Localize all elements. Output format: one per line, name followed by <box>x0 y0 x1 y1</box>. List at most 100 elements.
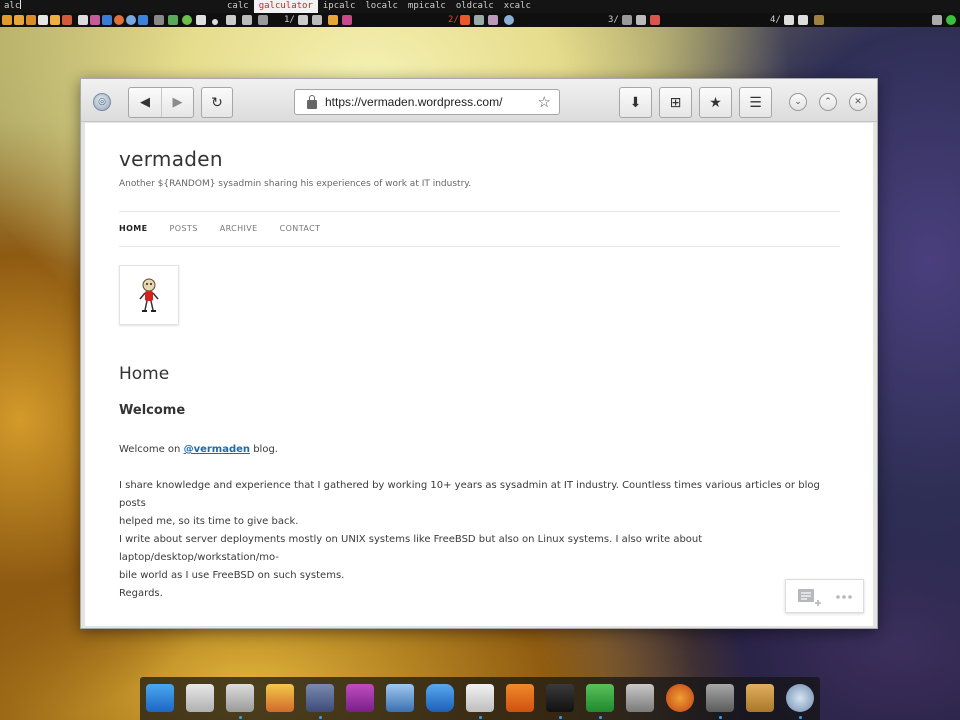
system-tool-icon[interactable] <box>626 684 654 712</box>
browser-icon[interactable] <box>504 15 514 25</box>
chat-icon[interactable] <box>346 684 374 712</box>
launcher-prompt[interactable]: alc <box>4 0 22 13</box>
dot-icon[interactable] <box>212 19 218 25</box>
text-editor-icon[interactable] <box>466 684 494 712</box>
text-cursor <box>20 0 22 9</box>
folder-icon[interactable] <box>50 15 60 25</box>
firefox-icon[interactable] <box>114 15 124 25</box>
site-tagline: Another ${RANDOM} sysadmin sharing his e… <box>119 179 472 189</box>
menu-item-home[interactable]: HOME <box>119 224 148 233</box>
follow-icon[interactable] <box>798 589 821 606</box>
folder-icon[interactable] <box>328 15 338 25</box>
new-tab-button[interactable]: ⊞ <box>659 87 692 118</box>
launcher-item-localc[interactable]: localc <box>360 0 403 13</box>
editor-icon[interactable] <box>784 15 794 25</box>
navigation-buttons: ◀ ▶ <box>128 87 194 118</box>
address-bar[interactable]: https://vermaden.wordpress.com/ ☆ <box>294 89 560 115</box>
maximize-button[interactable]: ⌃ <box>819 93 837 111</box>
editor-icon[interactable] <box>798 15 808 25</box>
url-text: https://vermaden.wordpress.com/ <box>325 95 503 109</box>
folder-icon[interactable] <box>814 15 824 25</box>
terminal-icon[interactable] <box>38 15 48 25</box>
dock <box>140 677 820 720</box>
menu-button[interactable]: ☰ <box>739 87 772 118</box>
volume-icon[interactable] <box>932 15 942 25</box>
vlc-icon[interactable] <box>506 684 534 712</box>
shield-icon[interactable] <box>138 15 148 25</box>
firefox-icon[interactable] <box>666 684 694 712</box>
file-cabinet-icon[interactable] <box>186 684 214 712</box>
document-icon[interactable] <box>78 15 88 25</box>
chevron-up-icon: ⌃ <box>824 97 832 107</box>
hash-icon[interactable] <box>154 15 164 25</box>
gears-icon[interactable] <box>242 15 252 25</box>
network-status-icon[interactable] <box>946 15 956 25</box>
workspace-4[interactable]: 4/ <box>770 13 781 27</box>
folder-icon[interactable] <box>746 684 774 712</box>
folder-icon[interactable] <box>26 15 36 25</box>
launcher-item-calc[interactable]: calc <box>222 0 254 13</box>
gears-icon[interactable] <box>226 15 236 25</box>
launcher-item-ipcalc[interactable]: ipcalc <box>318 0 361 13</box>
paint-icon[interactable] <box>90 15 100 25</box>
mail-client-icon[interactable] <box>386 684 414 712</box>
desktop-icon[interactable] <box>146 684 174 712</box>
image-icon[interactable] <box>460 15 470 25</box>
reload-button[interactable]: ↻ <box>201 87 233 118</box>
download-button[interactable]: ⬇ <box>619 87 652 118</box>
workspace-1[interactable]: 1/ <box>284 13 295 27</box>
workspace-2[interactable]: 2/ <box>448 13 459 27</box>
launcher-item-galculator[interactable]: galculator <box>253 0 318 13</box>
text: Welcome on <box>119 444 184 455</box>
lock-icon <box>307 94 317 109</box>
forward-button[interactable]: ▶ <box>161 88 193 117</box>
menu-item-contact[interactable]: CONTACT <box>280 224 321 233</box>
calculator-icon[interactable] <box>636 15 646 25</box>
launcher-results: calc galculator ipcalc localc mpicalc ol… <box>222 0 536 13</box>
site-identity-icon[interactable]: ◎ <box>93 93 111 111</box>
image-icon[interactable] <box>650 15 660 25</box>
calculator-icon[interactable] <box>226 684 254 712</box>
terminal-icon[interactable] <box>622 15 632 25</box>
media-player-icon[interactable] <box>706 684 734 712</box>
folder-icon[interactable] <box>2 15 12 25</box>
paint-palette-icon[interactable] <box>266 684 294 712</box>
running-indicator <box>239 716 242 719</box>
library-button[interactable]: ★ <box>699 87 732 118</box>
more-options-icon[interactable] <box>836 595 852 599</box>
launcher-item-mpicalc[interactable]: mpicalc <box>403 0 451 13</box>
media-icon[interactable] <box>196 15 206 25</box>
home-icon[interactable] <box>62 15 72 25</box>
web-browser-icon[interactable] <box>786 684 814 712</box>
lock-icon[interactable] <box>426 684 454 712</box>
vermaden-link[interactable]: @vermaden <box>184 444 250 455</box>
launcher-item-oldcalc[interactable]: oldcalc <box>451 0 499 13</box>
home-folder-icon[interactable] <box>306 684 334 712</box>
media-icon[interactable] <box>488 15 498 25</box>
site-title[interactable]: vermaden <box>119 147 223 171</box>
arrow-right-icon: ▶ <box>172 95 183 110</box>
minimize-button[interactable]: ⌄ <box>789 93 807 111</box>
avatar[interactable] <box>119 265 179 325</box>
grid-icon[interactable] <box>258 15 268 25</box>
folder-icon[interactable] <box>14 15 24 25</box>
spreadsheet-icon[interactable] <box>168 15 178 25</box>
play-icon[interactable] <box>182 15 192 25</box>
terminal-icon[interactable] <box>312 15 322 25</box>
site-menu: HOME POSTS ARCHIVE CONTACT <box>119 224 342 233</box>
terminal-icon[interactable] <box>546 684 574 712</box>
browser-icon[interactable] <box>126 15 136 25</box>
spreadsheet-icon[interactable] <box>586 684 614 712</box>
workspace-3[interactable]: 3/ <box>608 13 619 27</box>
terminal-icon[interactable] <box>474 15 484 25</box>
close-button[interactable]: ✕ <box>849 93 867 111</box>
running-indicator <box>799 716 802 719</box>
menu-item-posts[interactable]: POSTS <box>170 224 198 233</box>
back-button[interactable]: ◀ <box>129 88 161 117</box>
paint-icon[interactable] <box>342 15 352 25</box>
menu-item-archive[interactable]: ARCHIVE <box>220 224 258 233</box>
mail-icon[interactable] <box>102 15 112 25</box>
bookmark-star-icon[interactable]: ☆ <box>538 93 551 111</box>
terminal-icon[interactable] <box>298 15 308 25</box>
launcher-item-xcalc[interactable]: xcalc <box>499 0 536 13</box>
